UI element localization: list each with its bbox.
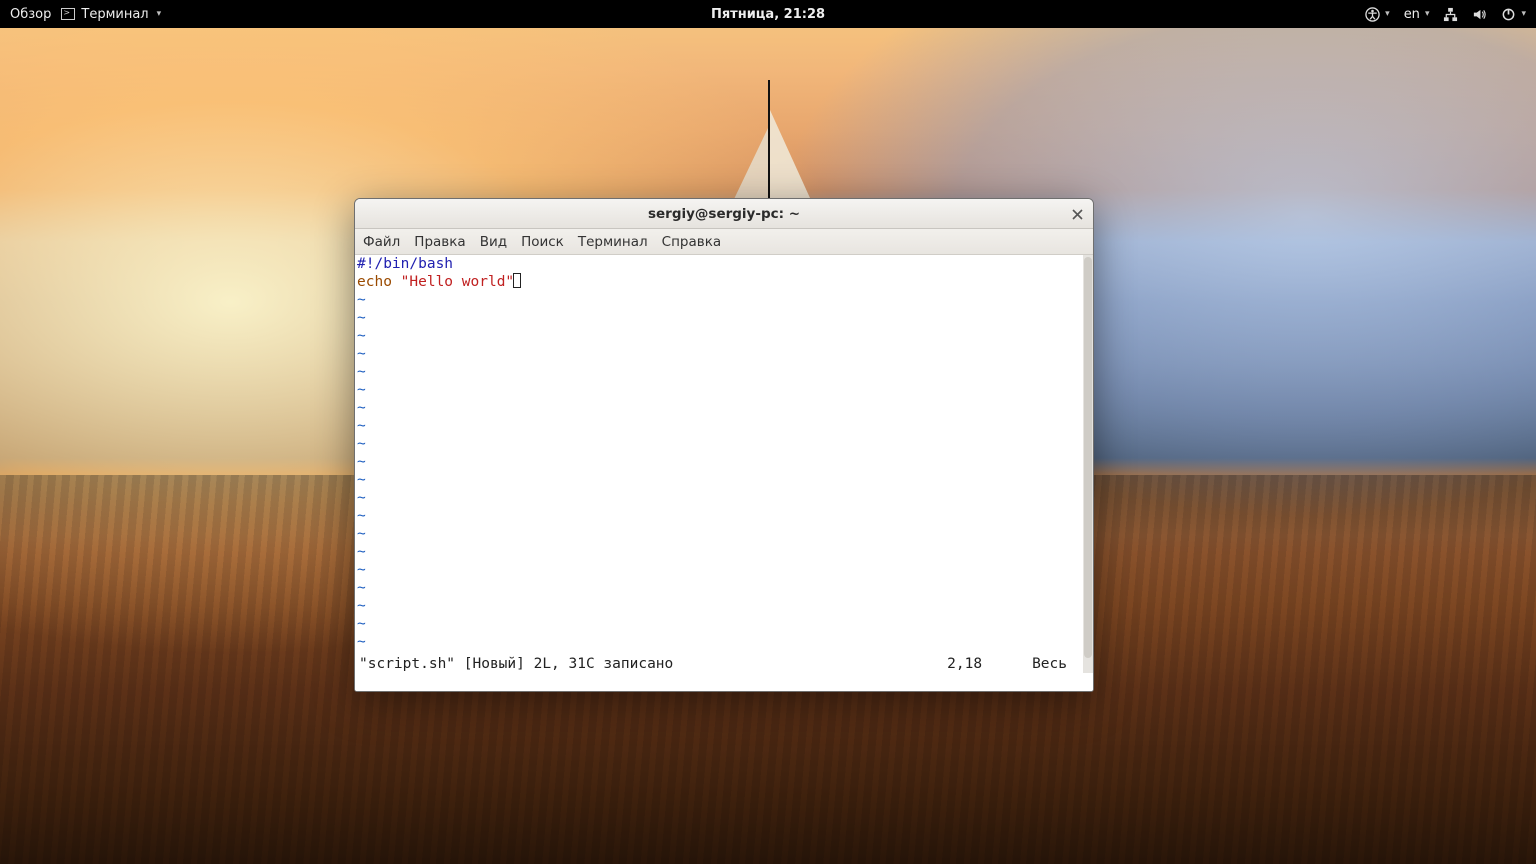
scrollbar-thumb[interactable] (1084, 257, 1092, 658)
vim-empty-line: ~ (357, 327, 1083, 345)
window-titlebar[interactable]: sergiy@sergiy-pc: ~ (355, 199, 1093, 229)
network-wired-icon (1443, 7, 1458, 22)
input-source-label: en (1404, 7, 1420, 22)
window-close-button[interactable] (1069, 206, 1085, 222)
terminal-window: sergiy@sergiy-pc: ~ Файл Правка Вид Поис… (354, 198, 1094, 692)
editor-content[interactable]: #!/bin/bash echo "Hello world" ~ ~ ~ ~ ~… (357, 255, 1083, 673)
status-cursor-pos: 2,18 (947, 655, 982, 673)
vim-empty-line: ~ (357, 615, 1083, 633)
vim-empty-line: ~ (357, 489, 1083, 507)
app-menu[interactable]: Терминал ▾ (61, 7, 161, 22)
network-indicator[interactable] (1443, 7, 1458, 22)
menu-view[interactable]: Вид (480, 234, 507, 250)
chevron-down-icon: ▾ (1521, 9, 1526, 19)
vim-empty-line: ~ (357, 381, 1083, 399)
vim-empty-line: ~ (357, 291, 1083, 309)
vim-empty-line: ~ (357, 471, 1083, 489)
vim-empty-line: ~ (357, 525, 1083, 543)
power-icon (1501, 7, 1516, 22)
code-line-1: #!/bin/bash (357, 255, 1083, 273)
terminal-icon (61, 8, 75, 20)
gnome-topbar: Обзор Терминал ▾ Пятница, 21:28 ▾ en ▾ ▾ (0, 0, 1536, 28)
status-scroll-pct: Весь (1032, 655, 1067, 673)
menu-file[interactable]: Файл (363, 234, 400, 250)
input-source[interactable]: en ▾ (1404, 7, 1430, 22)
terminal-viewport[interactable]: #!/bin/bash echo "Hello world" ~ ~ ~ ~ ~… (355, 255, 1093, 691)
chevron-down-icon: ▾ (157, 9, 162, 19)
vim-empty-line: ~ (357, 633, 1083, 651)
text-cursor (513, 273, 521, 288)
window-title: sergiy@sergiy-pc: ~ (648, 206, 800, 222)
clock[interactable]: Пятница, 21:28 (711, 7, 825, 22)
menu-terminal[interactable]: Терминал (578, 234, 648, 250)
close-icon (1072, 209, 1083, 220)
vim-empty-line: ~ (357, 561, 1083, 579)
volume-icon (1472, 7, 1487, 22)
volume-indicator[interactable] (1472, 7, 1487, 22)
menu-search[interactable]: Поиск (521, 234, 564, 250)
system-menu[interactable]: ▾ (1501, 7, 1526, 22)
status-message: "script.sh" [Новый] 2L, 31C записано (359, 655, 673, 673)
activities-button[interactable]: Обзор (10, 7, 51, 22)
vim-empty-line: ~ (357, 435, 1083, 453)
vim-empty-line: ~ (357, 417, 1083, 435)
code-line-2: echo "Hello world" (357, 273, 1083, 291)
accessibility-menu[interactable]: ▾ (1365, 7, 1390, 22)
accessibility-icon (1365, 7, 1380, 22)
vim-empty-line: ~ (357, 345, 1083, 363)
vim-empty-line: ~ (357, 543, 1083, 561)
chevron-down-icon: ▾ (1425, 9, 1430, 19)
vim-empty-line: ~ (357, 363, 1083, 381)
menu-help[interactable]: Справка (662, 234, 721, 250)
vim-statusline: "script.sh" [Новый] 2L, 31C записано 2,1… (359, 655, 1073, 673)
app-menu-label: Терминал (81, 7, 148, 22)
vim-empty-line: ~ (357, 453, 1083, 471)
menu-edit[interactable]: Правка (414, 234, 465, 250)
vim-empty-line: ~ (357, 399, 1083, 417)
vim-empty-line: ~ (357, 507, 1083, 525)
vim-empty-line: ~ (357, 597, 1083, 615)
scrollbar[interactable] (1083, 255, 1093, 673)
chevron-down-icon: ▾ (1385, 9, 1390, 19)
vim-empty-line: ~ (357, 309, 1083, 327)
menubar: Файл Правка Вид Поиск Терминал Справка (355, 229, 1093, 255)
vim-empty-line: ~ (357, 579, 1083, 597)
